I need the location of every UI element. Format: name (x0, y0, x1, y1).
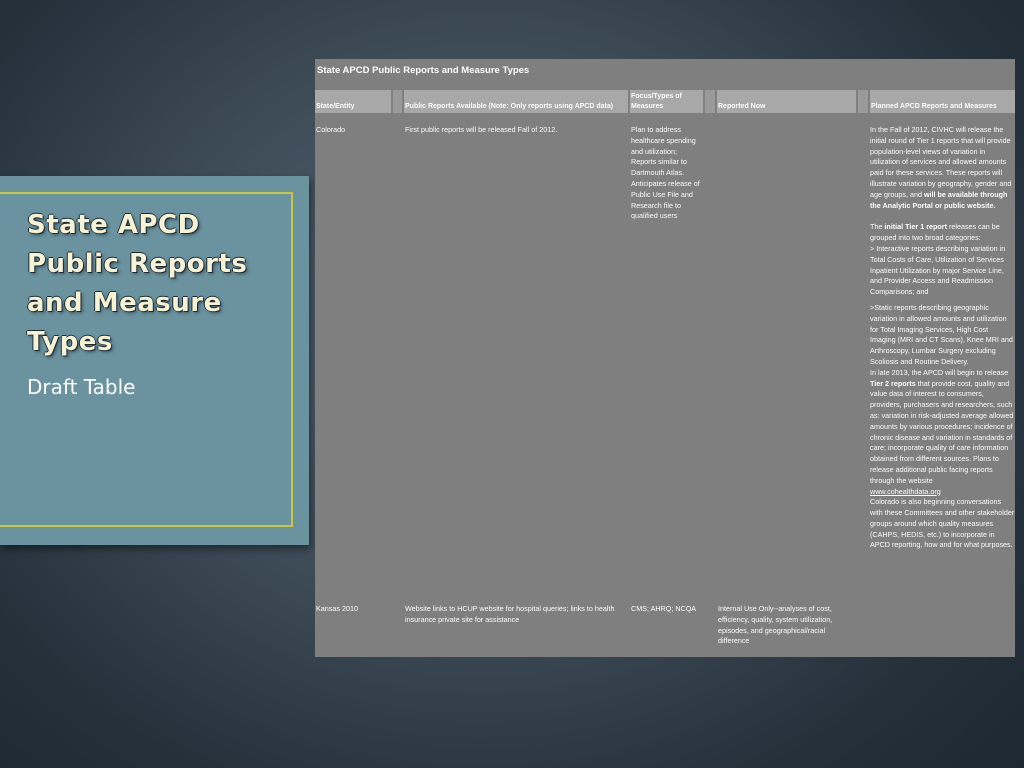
header-spacer (393, 90, 402, 113)
colorado-state: Colorado (316, 125, 346, 134)
planned-paragraph: > Interactive reports describing variati… (870, 243, 1006, 297)
kansas-state: Kansas 2010 (316, 604, 358, 613)
planned-paragraph: The initial Tier 1 report releases can b… (870, 222, 1000, 243)
colorado-focus: Plan to address healthcare spending and … (631, 125, 700, 221)
header-reported-now: Reported Now (717, 90, 856, 113)
header-spacer (858, 90, 868, 113)
header-planned: Planned APCD Reports and Measures (870, 90, 1015, 113)
colorado-planned: In the Fall of 2012, CIVHC will release … (870, 125, 1015, 551)
cohealthdata-link[interactable]: www.cohealthdata.org (870, 487, 1015, 498)
kansas-reported-now: Internal Use Only--analyses of cost, eff… (718, 604, 833, 646)
slide-subtitle: Draft Table (27, 375, 136, 399)
planned-paragraph: In late 2013, the APCD will begin to rel… (870, 367, 1014, 485)
planned-paragraph: Colorado is also beginning conversations… (870, 497, 1015, 550)
slide-title: State APCD Public Reports and Measure Ty… (27, 210, 248, 357)
planned-paragraph: In the Fall of 2012, CIVHC will release … (870, 125, 1012, 210)
planned-paragraph: >Static reports describing geographic va… (870, 302, 1013, 366)
header-reports: Public Reports Available (Note: Only rep… (404, 90, 628, 113)
header-state: State/Entity (315, 90, 391, 113)
apcd-table: State APCD Public Reports and Measure Ty… (315, 59, 1015, 657)
kansas-reports: Website links to HCUP website for hospit… (405, 604, 615, 624)
colorado-reports: First public reports will be released Fa… (405, 125, 558, 134)
header-spacer (705, 90, 715, 113)
title-panel: State APCD Public Reports and Measure Ty… (0, 176, 309, 545)
kansas-focus: CMS; AHRQ; NCQA (631, 604, 697, 613)
table-header-row: State/Entity Public Reports Available (N… (315, 90, 1015, 113)
table-title: State APCD Public Reports and Measure Ty… (317, 65, 530, 76)
header-focus: Focus/Types of Measures (630, 90, 703, 113)
